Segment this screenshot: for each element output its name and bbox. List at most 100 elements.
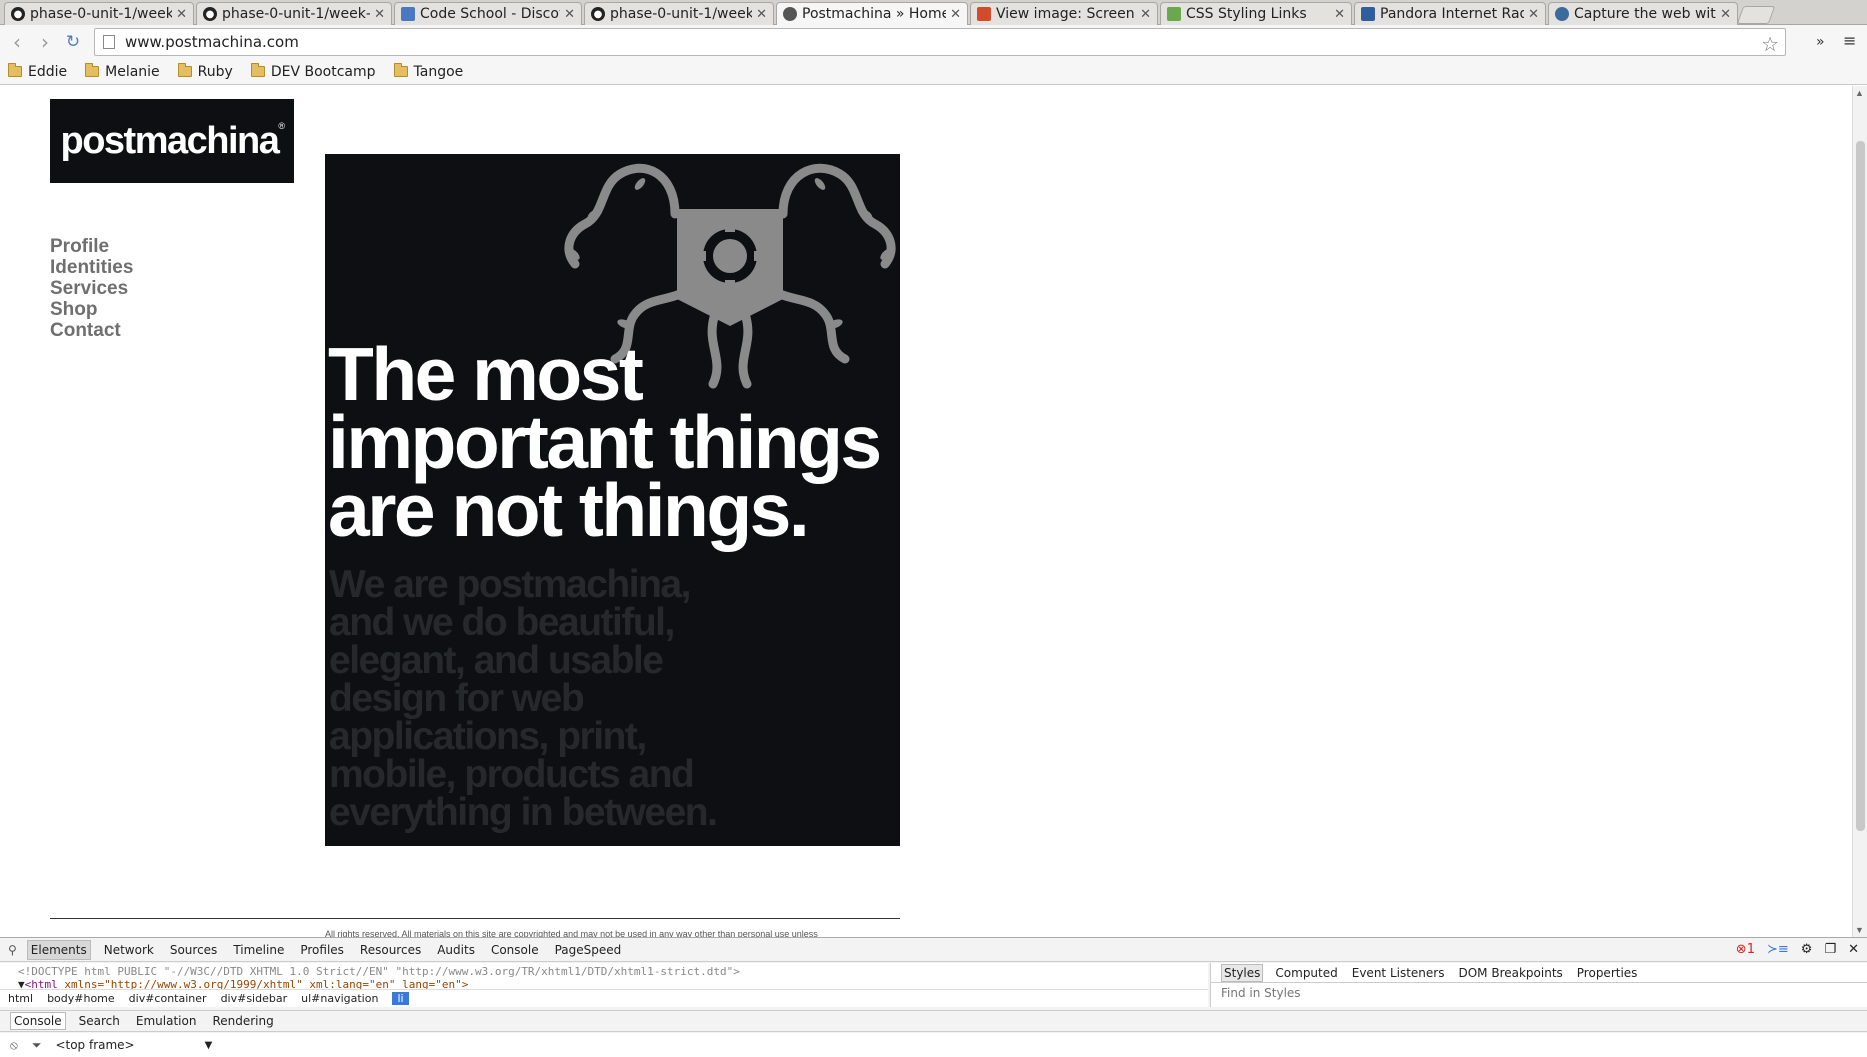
page-scrollbar[interactable]: ▲ ▼ bbox=[1852, 86, 1867, 937]
browser-tab[interactable]: CSS Styling Links ✕ bbox=[1160, 2, 1352, 25]
console-drawer-icon[interactable]: ≻≡ bbox=[1767, 942, 1789, 957]
extensions-overflow-icon[interactable]: » bbox=[1816, 34, 1825, 50]
browser-tab[interactable]: Code School - Discover ✕ bbox=[394, 2, 582, 25]
drawer-tab-search[interactable]: Search bbox=[76, 1013, 123, 1029]
devtools-tab-audits[interactable]: Audits bbox=[434, 941, 478, 959]
tab-computed[interactable]: Computed bbox=[1273, 965, 1339, 981]
address-input[interactable] bbox=[125, 33, 1725, 51]
close-icon[interactable]: ✕ bbox=[374, 7, 385, 22]
scrollbar-thumb[interactable] bbox=[1856, 141, 1865, 831]
bookmark-label: Ruby bbox=[197, 63, 233, 80]
tab-dom-breakpoints[interactable]: DOM Breakpoints bbox=[1456, 965, 1564, 981]
back-icon[interactable]: ‹ bbox=[6, 30, 28, 54]
tab-label: Capture the web with bbox=[1574, 6, 1717, 22]
menu-icon[interactable]: ≡ bbox=[1843, 31, 1856, 50]
close-icon[interactable]: ✕ bbox=[1140, 7, 1151, 22]
nav-link-services[interactable]: Services bbox=[50, 278, 133, 299]
bookmark-folder[interactable]: Ruby bbox=[177, 63, 233, 80]
tab-label: phase-0-unit-1/week-1 bbox=[610, 6, 753, 22]
github-icon: ● bbox=[591, 7, 605, 21]
settings-gear-icon[interactable]: ⚙ bbox=[1801, 942, 1813, 957]
devtools-tab-resources[interactable]: Resources bbox=[357, 941, 424, 959]
folder-icon bbox=[250, 63, 265, 77]
frame-selector[interactable]: <top frame> bbox=[55, 1038, 134, 1052]
browser-tab[interactable]: View image: Screen Sh ✕ bbox=[970, 2, 1158, 25]
close-icon[interactable]: ✕ bbox=[1334, 7, 1345, 22]
new-tab-button[interactable] bbox=[1736, 6, 1776, 24]
nav-link-profile[interactable]: Profile bbox=[50, 236, 133, 257]
tab-label: View image: Screen Sh bbox=[996, 6, 1136, 22]
clear-console-icon[interactable]: ⦸ bbox=[10, 1038, 18, 1053]
tab-styles[interactable]: Styles bbox=[1221, 963, 1264, 982]
browser-tab[interactable]: ● phase-0-unit-1/week-1 ✕ bbox=[196, 2, 392, 25]
chevron-down-icon[interactable]: ▼ bbox=[205, 1040, 213, 1051]
address-bar[interactable]: ☆ bbox=[94, 28, 1786, 56]
devtools-tab-timeline[interactable]: Timeline bbox=[230, 941, 287, 959]
undock-icon[interactable]: ❐ bbox=[1824, 942, 1836, 957]
nav-link-shop[interactable]: Shop bbox=[50, 299, 133, 320]
styles-sidebar: Styles Computed Event Listeners DOM Brea… bbox=[1210, 963, 1867, 1007]
devtools-tab-network[interactable]: Network bbox=[101, 941, 157, 959]
logo-registered-mark: ® bbox=[278, 121, 285, 131]
breadcrumb-item[interactable]: div#sidebar bbox=[221, 992, 288, 1005]
bookmark-label: DEV Bootcamp bbox=[270, 63, 376, 80]
filter-icon[interactable]: ⏷ bbox=[32, 1038, 42, 1053]
close-icon[interactable]: ✕ bbox=[1720, 7, 1731, 22]
postmachina-logo[interactable]: postmachina ® bbox=[50, 99, 294, 183]
scroll-up-icon[interactable]: ▲ bbox=[1855, 88, 1864, 98]
close-devtools-icon[interactable]: ✕ bbox=[1848, 942, 1859, 957]
tab-label: phase-0-unit-1/week-1 bbox=[30, 6, 173, 22]
search-icon[interactable]: ⚲ bbox=[8, 943, 17, 957]
nav-link-identities[interactable]: Identities bbox=[50, 257, 133, 278]
close-icon[interactable]: ✕ bbox=[176, 7, 187, 22]
close-icon[interactable]: ✕ bbox=[1528, 7, 1539, 22]
folder-icon bbox=[8, 63, 22, 77]
breadcrumb-item[interactable]: div#container bbox=[129, 992, 207, 1005]
browser-tab-active[interactable]: Postmachina » Home ✕ bbox=[776, 2, 968, 25]
breadcrumb-item[interactable]: ul#navigation bbox=[301, 992, 378, 1005]
tab-label: Postmachina » Home bbox=[802, 6, 947, 22]
scroll-down-icon[interactable]: ▼ bbox=[1855, 925, 1864, 935]
browser-tab[interactable]: ● phase-0-unit-1/week-1 ✕ bbox=[4, 2, 194, 25]
devtools-tab-elements[interactable]: Elements bbox=[26, 939, 91, 960]
tab-label: phase-0-unit-1/week-1 bbox=[222, 6, 371, 22]
close-icon[interactable]: ✕ bbox=[950, 7, 961, 22]
reload-icon[interactable]: ↻ bbox=[62, 31, 84, 53]
pandora-icon bbox=[1361, 7, 1375, 21]
error-count-badge[interactable]: ⊗1 bbox=[1736, 942, 1755, 957]
tab-event-listeners[interactable]: Event Listeners bbox=[1350, 965, 1447, 981]
styles-tabs: Styles Computed Event Listeners DOM Brea… bbox=[1211, 963, 1867, 983]
browser-tab[interactable]: Pandora Internet Radio ✕ bbox=[1354, 2, 1546, 25]
bookmark-label: Eddie bbox=[28, 63, 68, 80]
find-in-styles-input[interactable] bbox=[1211, 983, 1851, 1003]
nav-link-contact[interactable]: Contact bbox=[50, 320, 133, 341]
postmachina-icon bbox=[783, 7, 797, 21]
bookmark-folder[interactable]: Tangoe bbox=[393, 63, 463, 80]
logo-text: postmachina bbox=[60, 119, 279, 162]
devtools-tab-sources[interactable]: Sources bbox=[167, 941, 220, 959]
drawer-tab-emulation[interactable]: Emulation bbox=[133, 1013, 200, 1029]
tab-strip: ● phase-0-unit-1/week-1 ✕ ● phase-0-unit… bbox=[0, 0, 1867, 25]
forward-icon[interactable]: › bbox=[34, 30, 56, 54]
folder-icon bbox=[177, 63, 192, 77]
github-icon: ● bbox=[203, 7, 217, 21]
drawer-tab-console[interactable]: Console bbox=[10, 1012, 66, 1030]
breadcrumb-item[interactable]: body#home bbox=[47, 992, 115, 1005]
close-icon[interactable]: ✕ bbox=[564, 7, 575, 22]
tab-properties[interactable]: Properties bbox=[1575, 965, 1640, 981]
folder-icon bbox=[85, 63, 100, 77]
bookmark-folder[interactable]: Melanie bbox=[85, 63, 160, 80]
breadcrumb-item[interactable]: html bbox=[8, 992, 33, 1005]
drawer-tab-rendering[interactable]: Rendering bbox=[209, 1013, 276, 1029]
browser-tab[interactable]: Capture the web with ✕ bbox=[1548, 2, 1738, 25]
bookmark-folder[interactable]: Eddie bbox=[8, 63, 68, 80]
bookmark-star-icon[interactable]: ☆ bbox=[1761, 32, 1779, 57]
bookmark-folder[interactable]: DEV Bootcamp bbox=[250, 63, 376, 80]
breadcrumb: html body#home div#container div#sidebar… bbox=[0, 989, 1208, 1007]
breadcrumb-item-selected[interactable]: li bbox=[392, 992, 409, 1005]
close-icon[interactable]: ✕ bbox=[756, 7, 767, 22]
devtools-tab-console[interactable]: Console bbox=[488, 941, 542, 959]
browser-tab[interactable]: ● phase-0-unit-1/week-1 ✕ bbox=[584, 2, 774, 25]
devtools-tab-pagespeed[interactable]: PageSpeed bbox=[552, 941, 625, 959]
devtools-tab-profiles[interactable]: Profiles bbox=[297, 941, 347, 959]
